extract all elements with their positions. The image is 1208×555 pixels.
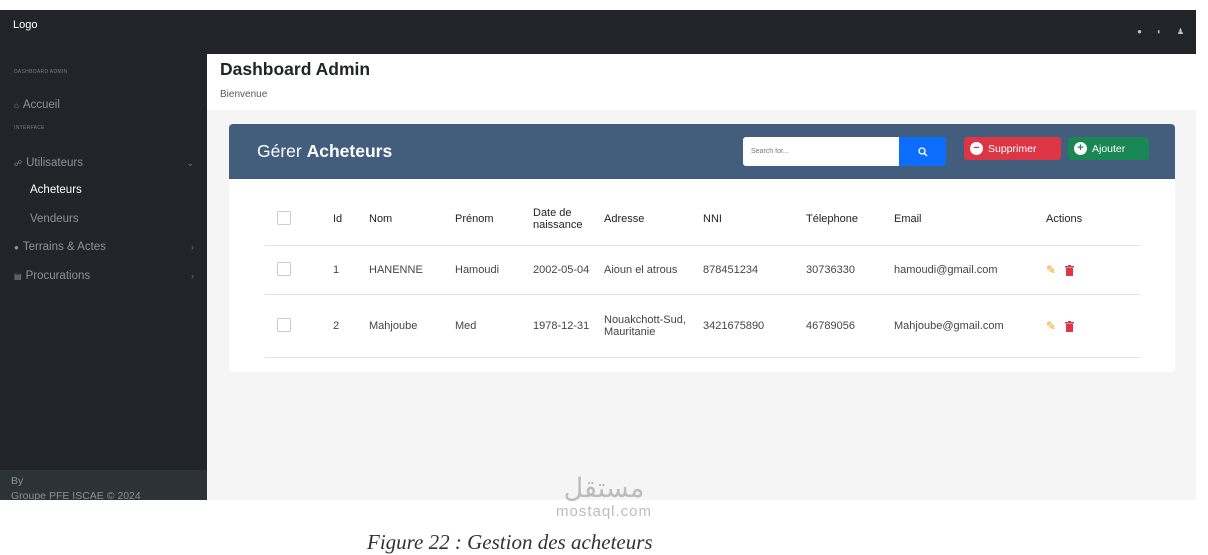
header-actions: Actions xyxy=(1041,193,1140,246)
chevron-right-icon: › xyxy=(191,242,194,252)
sidebar-item-vendeurs[interactable]: Vendeurs xyxy=(30,213,200,225)
cell-date: 2002-05-04 xyxy=(528,245,599,295)
table-row[interactable]: 2 Mahjoube Med 1978-12-31 Nouakchott-Sud… xyxy=(265,294,1140,358)
file-icon: ▤ xyxy=(14,271,22,281)
sidebar-item-accueil[interactable]: ⌂ Accueil xyxy=(14,99,200,111)
search-button[interactable] xyxy=(899,137,946,166)
sidebar-item-label: Accueil xyxy=(22,99,60,111)
add-button-label: Ajouter xyxy=(1092,142,1126,155)
cell-id: 1 xyxy=(328,245,364,295)
header-telephone[interactable]: Télephone xyxy=(801,193,889,246)
cell-actions: ✎ xyxy=(1041,294,1140,358)
card-title-prefix: Gérer xyxy=(257,141,302,161)
sidebar-item-label: Utilisateurs xyxy=(26,157,83,169)
contrast-icon[interactable]: ◐ xyxy=(1157,28,1162,36)
cell-nom: Mahjoube xyxy=(364,294,450,358)
sidebar-item-label: Procurations xyxy=(25,270,91,282)
row-select-cell xyxy=(265,245,328,295)
page-subtitle: Bienvenue xyxy=(220,89,268,100)
cell-email: hamoudi@gmail.com xyxy=(889,245,1041,295)
edit-icon[interactable]: ✎ xyxy=(1046,263,1056,277)
delete-button-label: Supprimer xyxy=(988,142,1037,155)
cell-nni: 878451234 xyxy=(698,245,801,295)
cell-email: Mahjoube@gmail.com xyxy=(889,294,1041,358)
add-button[interactable]: + Ajouter xyxy=(1068,137,1149,160)
footer-group: Groupe PFE ISCAE © 2024 xyxy=(11,490,141,500)
home-icon: ⌂ xyxy=(14,100,19,110)
sidebar-item-acheteurs[interactable]: Acheteurs xyxy=(30,184,200,196)
page-title: Dashboard Admin xyxy=(220,59,371,79)
sidebar: DASHBOARD ADMIN ⌂ Accueil INTERFACE ☍ Ut… xyxy=(0,54,207,500)
header-prenom[interactable]: Prénom xyxy=(450,193,528,246)
sidebar-heading-dashboard: DASHBOARD ADMIN xyxy=(14,69,68,75)
search-input[interactable] xyxy=(743,137,899,166)
header-adresse[interactable]: Adresse xyxy=(599,193,698,246)
user-icon[interactable]: ♟ xyxy=(1177,28,1184,36)
cell-prenom: Med xyxy=(450,294,528,358)
minus-circle-icon: − xyxy=(970,142,983,155)
watermark: مستقل mostaql.com xyxy=(509,474,699,520)
sidebar-item-label: Terrains & Actes xyxy=(22,241,106,253)
sidebar-item-procurations[interactable]: ▤ Procurations › xyxy=(14,270,200,282)
users-icon: ☍ xyxy=(14,158,23,168)
row-checkbox[interactable] xyxy=(277,261,291,276)
buyers-table: Id Nom Prénom Date de naissance Adresse … xyxy=(265,193,1140,358)
cell-prenom: Hamoudi xyxy=(450,245,528,295)
watermark-latin: mostaql.com xyxy=(555,503,653,520)
row-checkbox[interactable] xyxy=(277,317,291,332)
watermark-arabic: مستقل xyxy=(563,473,645,504)
sidebar-heading-interface: INTERFACE xyxy=(14,125,45,131)
delete-button[interactable]: − Supprimer xyxy=(964,137,1061,160)
cell-id: 2 xyxy=(328,294,364,358)
select-all-checkbox[interactable] xyxy=(277,210,291,225)
top-navbar: Logo ● ◐ ♟ xyxy=(0,10,1196,54)
sidebar-item-terrains[interactable]: ● Terrains & Actes › xyxy=(14,241,200,253)
cell-telephone: 30736330 xyxy=(801,245,889,295)
card-header: Gérer Acheteurs − Supprimer + Ajouter xyxy=(229,124,1175,179)
select-all-cell xyxy=(265,193,328,246)
page-header: Dashboard Admin Bienvenue xyxy=(207,54,1196,110)
cell-actions: ✎ xyxy=(1041,245,1140,295)
header-nom[interactable]: Nom xyxy=(364,193,450,246)
search-icon xyxy=(917,146,927,156)
cell-telephone: 46789056 xyxy=(801,294,889,358)
header-email[interactable]: Email xyxy=(889,193,1041,246)
plus-circle-icon: + xyxy=(1074,142,1087,155)
header-id[interactable]: Id xyxy=(328,193,364,246)
header-date[interactable]: Date de naissance xyxy=(528,193,599,246)
cell-nom: HANENNE xyxy=(364,245,450,295)
logo[interactable]: Logo xyxy=(13,19,37,31)
sidebar-footer: By Groupe PFE ISCAE © 2024 xyxy=(0,470,207,500)
cell-date: 1978-12-31 xyxy=(528,294,599,358)
trash-icon[interactable] xyxy=(1065,320,1075,332)
globe-icon[interactable]: ● xyxy=(1137,28,1142,36)
row-select-cell xyxy=(265,294,328,358)
top-icons: ● ◐ ♟ xyxy=(1137,28,1184,36)
footer-by: By xyxy=(11,475,24,487)
trash-icon[interactable] xyxy=(1065,264,1075,276)
header-nni[interactable]: NNI xyxy=(698,193,801,246)
cell-adresse: Nouakchott-Sud, Mauritanie xyxy=(599,294,698,358)
card-title: Gérer Acheteurs xyxy=(257,141,392,162)
edit-icon[interactable]: ✎ xyxy=(1046,319,1056,333)
figure-caption: Figure 22 : Gestion des acheteurs xyxy=(367,530,653,554)
chevron-right-icon: › xyxy=(191,271,194,281)
sidebar-item-label: Vendeurs xyxy=(30,213,79,225)
chevron-down-icon: ⌄ xyxy=(186,157,194,168)
sidebar-item-utilisateurs[interactable]: ☍ Utilisateurs ⌄ xyxy=(14,157,200,169)
card-title-bold: Acheteurs xyxy=(306,141,393,161)
cell-nni: 3421675890 xyxy=(698,294,801,358)
map-pin-icon: ● xyxy=(14,242,19,252)
cell-adresse: Aioun el atrous xyxy=(599,245,698,295)
sidebar-item-label: Acheteurs xyxy=(30,184,82,196)
buyers-card: Gérer Acheteurs − Supprimer + Ajouter Id… xyxy=(229,124,1175,372)
table-row[interactable]: 1 HANENNE Hamoudi 2002-05-04 Aioun el at… xyxy=(265,245,1140,295)
table-header-row: Id Nom Prénom Date de naissance Adresse … xyxy=(265,193,1140,246)
